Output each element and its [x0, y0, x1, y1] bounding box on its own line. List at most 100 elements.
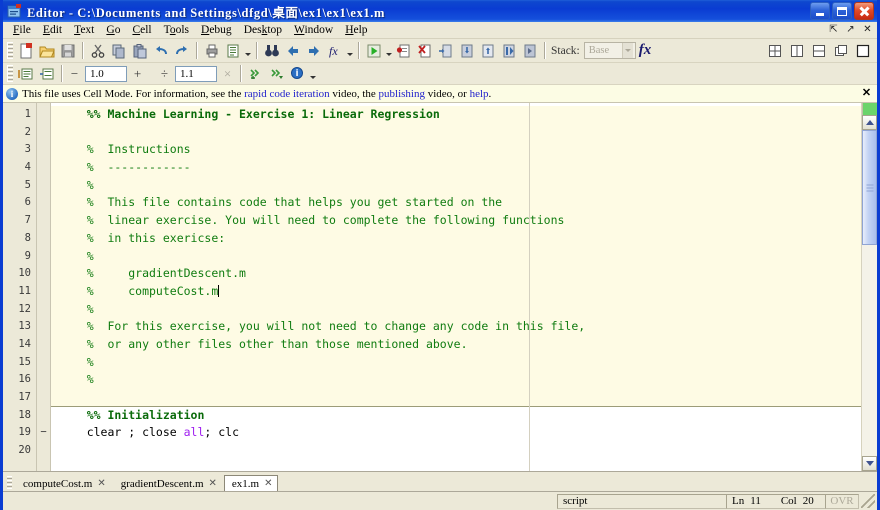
help-link[interactable]: help: [470, 88, 489, 100]
breakpoint-marker[interactable]: [37, 301, 50, 319]
publishing-link[interactable]: publishing: [379, 88, 425, 100]
code-line[interactable]: [51, 442, 861, 460]
code-line[interactable]: % For this exercise, you will not need t…: [51, 318, 861, 336]
menu-cell[interactable]: Cell: [126, 23, 157, 37]
code-line[interactable]: [51, 389, 861, 407]
menu-help[interactable]: Help: [339, 23, 373, 37]
maximize-button[interactable]: [832, 2, 852, 20]
breakpoint-marker[interactable]: [37, 212, 50, 230]
tab-close-icon[interactable]: ✕: [264, 478, 272, 489]
minimize-button[interactable]: [810, 2, 830, 20]
single-pane-button[interactable]: [852, 40, 873, 61]
cell-toolbar-grip[interactable]: [7, 65, 13, 82]
forward-button[interactable]: [303, 40, 324, 61]
toolbar-grip[interactable]: [7, 42, 13, 59]
function-browser-dropdown-arrow[interactable]: [345, 40, 354, 61]
code-line[interactable]: %: [51, 248, 861, 266]
clear-breakpoints-button[interactable]: [414, 40, 435, 61]
publish-dropdown-arrow[interactable]: [243, 40, 252, 61]
find-button[interactable]: [261, 40, 282, 61]
cell-help-dropdown-arrow[interactable]: [308, 63, 317, 84]
function-browser-fx-button[interactable]: fx: [636, 42, 655, 59]
code-line[interactable]: %: [51, 354, 861, 372]
breakpoint-marker[interactable]: [37, 442, 50, 460]
step-button[interactable]: [435, 40, 456, 61]
breakpoint-marker[interactable]: [37, 389, 50, 407]
breakpoint-marker[interactable]: [37, 283, 50, 301]
menu-edit[interactable]: Edit: [37, 23, 68, 37]
breakpoint-marker[interactable]: [37, 248, 50, 266]
open-file-button[interactable]: [36, 40, 57, 61]
run-button[interactable]: [363, 40, 384, 61]
close-pane-icon[interactable]: ✕: [861, 23, 874, 36]
step-out-button[interactable]: [477, 40, 498, 61]
breakpoint-marker[interactable]: [37, 265, 50, 283]
cell-help-button[interactable]: [287, 63, 308, 84]
code-line[interactable]: %% Machine Learning - Exercise 1: Linear…: [51, 106, 861, 124]
close-button[interactable]: [854, 2, 874, 20]
multiply-button[interactable]: ×: [219, 65, 236, 82]
rapid-code-iteration-link[interactable]: rapid code iteration: [244, 88, 330, 100]
code-line[interactable]: % This file contains code that helps you…: [51, 194, 861, 212]
decrement-button[interactable]: −: [66, 65, 83, 82]
breakpoint-marker[interactable]: [37, 354, 50, 372]
function-browser-button[interactable]: fx: [324, 40, 345, 61]
menu-go[interactable]: Go: [100, 23, 126, 37]
vertical-scrollbar[interactable]: [861, 103, 877, 471]
breakpoint-marker[interactable]: [37, 194, 50, 212]
code-line[interactable]: %% Initialization: [51, 407, 861, 425]
breakpoint-marker[interactable]: [37, 371, 50, 389]
save-file-button[interactable]: [57, 40, 78, 61]
code-line[interactable]: % linear exercise. You will need to comp…: [51, 212, 861, 230]
evaluate-prev-cell-button[interactable]: [245, 63, 266, 84]
divide-button[interactable]: ÷: [156, 65, 173, 82]
float-window-button[interactable]: [830, 40, 851, 61]
stack-select[interactable]: Base: [583, 42, 636, 59]
code-line[interactable]: %: [51, 301, 861, 319]
menu-window[interactable]: Window: [288, 23, 339, 37]
breakpoint-marker[interactable]: [37, 407, 50, 425]
undo-button[interactable]: [150, 40, 171, 61]
print-button[interactable]: [201, 40, 222, 61]
multiplicative-step-input[interactable]: [175, 65, 217, 82]
code-line[interactable]: % ------------: [51, 159, 861, 177]
set-breakpoint-button[interactable]: [393, 40, 414, 61]
insert-cell-divider-button[interactable]: [36, 63, 57, 84]
breakpoint-marker[interactable]: [37, 230, 50, 248]
tab-gradientDescent-m[interactable]: gradientDescent.m ✕: [113, 475, 222, 491]
code-text-area[interactable]: %% Machine Learning - Exercise 1: Linear…: [51, 103, 861, 471]
breakpoint-marker[interactable]: [37, 177, 50, 195]
insert-cell-button[interactable]: [15, 63, 36, 84]
tile-vertical-button[interactable]: [786, 40, 807, 61]
code-line[interactable]: % gradientDescent.m: [51, 265, 861, 283]
maximize-pane-icon[interactable]: ↗: [844, 23, 857, 36]
increment-button[interactable]: +: [129, 65, 146, 82]
code-line[interactable]: clear ; close all; clc: [51, 424, 861, 442]
step-in-button[interactable]: [456, 40, 477, 61]
breakpoint-marker[interactable]: [37, 336, 50, 354]
tile-grid-button[interactable]: [764, 40, 785, 61]
copy-button[interactable]: [108, 40, 129, 61]
menu-text[interactable]: Text: [68, 23, 100, 37]
new-file-button[interactable]: [15, 40, 36, 61]
tile-horizontal-button[interactable]: [808, 40, 829, 61]
tab-ex1-m[interactable]: ex1.m ✕: [223, 475, 278, 491]
breakpoint-marker[interactable]: [37, 159, 50, 177]
paste-button[interactable]: [129, 40, 150, 61]
menu-desktop[interactable]: Desktop: [238, 23, 288, 37]
menu-file[interactable]: File: [7, 23, 37, 37]
run-dropdown-arrow[interactable]: [384, 40, 393, 61]
breakpoint-marker[interactable]: −: [37, 424, 50, 442]
tab-bar-grip[interactable]: [7, 476, 12, 489]
breakpoint-gutter[interactable]: −: [37, 103, 51, 471]
undock-icon[interactable]: ⇱: [827, 23, 840, 36]
code-line[interactable]: [51, 124, 861, 142]
code-line[interactable]: %: [51, 177, 861, 195]
code-line[interactable]: % computeCost.m: [51, 283, 861, 301]
menu-tools[interactable]: Tools: [158, 23, 195, 37]
additive-step-input[interactable]: [85, 65, 127, 82]
code-line[interactable]: % Instructions: [51, 141, 861, 159]
scrollbar-thumb[interactable]: [862, 130, 877, 245]
scroll-down-button[interactable]: [862, 456, 877, 471]
tab-close-icon[interactable]: ✕: [97, 478, 105, 489]
